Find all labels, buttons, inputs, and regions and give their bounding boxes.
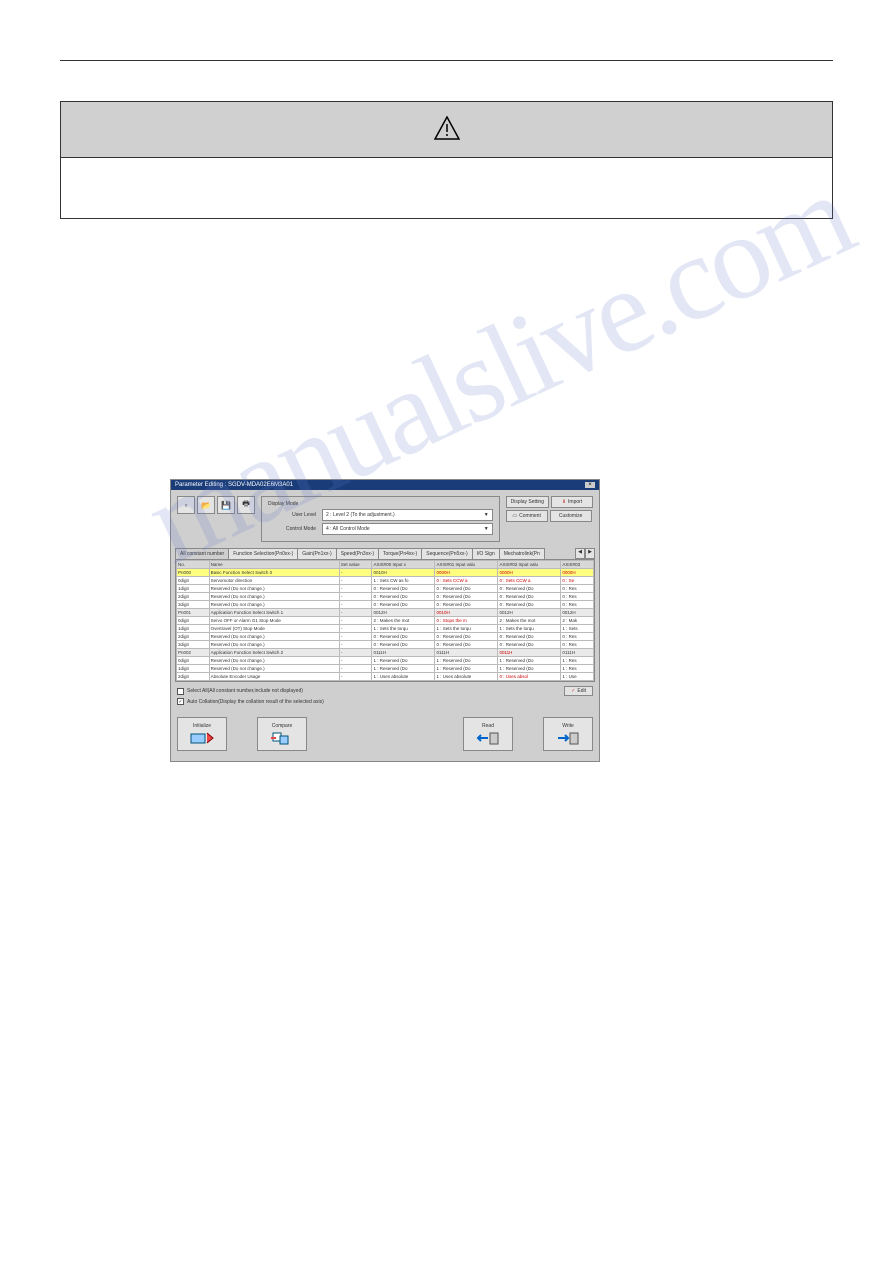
new-icon[interactable]: ▫ [177,496,195,514]
display-mode-group: Display Mode User Level 2 : Level 2 (To … [261,496,500,542]
chevron-down-icon: ▼ [484,526,489,532]
open-icon[interactable]: 📂 [197,496,215,514]
table-row[interactable]: 0digitServo OFF or Alarm G1 Stop Mode-2 … [177,617,594,625]
import-button[interactable]: ⬇Import [551,496,593,508]
table-row[interactable]: 3digitReserved (Do not change.)-0 : Rese… [177,641,594,649]
control-mode-select[interactable]: 4 : All Control Mode ▼ [322,523,493,535]
tab-0[interactable]: All constant number [175,548,229,559]
warning-icon [434,116,460,143]
table-row[interactable]: 0digitServomotor direction-1 : Sets CW a… [177,577,594,585]
select-all-label: Select All(All constant number,include n… [187,688,303,694]
tab-7[interactable]: Mechatrolink(Pn [499,548,545,559]
initialize-button[interactable]: Initialize [177,717,227,751]
print-icon[interactable]: 🖶 [237,496,255,514]
control-mode-value: 4 : All Control Mode [326,526,370,532]
user-level-value: 2 : Level 2 (To the adjustment.) [326,512,395,518]
caution-box [60,101,833,219]
control-mode-label: Control Mode [268,526,316,532]
auto-collation-label: Auto Collation(Display the collation res… [187,699,324,705]
read-button[interactable]: Read [463,717,513,751]
table-row[interactable]: 2digitReserved (Do not change.)-0 : Rese… [177,633,594,641]
display-mode-label: Display Mode [268,501,493,507]
write-button[interactable]: Write [543,717,593,751]
window-title: Parameter Editing : SGDV-MDA02E6M3A01 [175,482,293,488]
table-row[interactable]: 2digitReserved (Do not change.)-0 : Rese… [177,593,594,601]
tab-bar: All constant numberFunction Selection(Pn… [171,548,599,559]
window-titlebar: Parameter Editing : SGDV-MDA02E6M3A01 × [171,480,599,490]
select-all-checkbox[interactable] [177,688,184,695]
toolbar-icons: ▫ 📂 💾 🖶 [177,496,255,514]
table-row[interactable]: 1digitOvertravel (OT) Stop Mode-1 : Sets… [177,625,594,633]
table-row[interactable]: 3digitReserved (Do not change.)-0 : Rese… [177,601,594,609]
close-icon[interactable]: × [585,482,595,488]
tab-4[interactable]: Torque(Pn4xx-) [378,548,422,559]
chevron-down-icon: ▼ [484,512,489,518]
table-row[interactable]: 1digitReserved (Do not change.)-0 : Rese… [177,585,594,593]
tab-1[interactable]: Function Selection(Pn0xx-) [228,548,298,559]
save-icon[interactable]: 💾 [217,496,235,514]
tab-scroll-icon[interactable]: ▶ [585,548,595,559]
caution-header [61,102,832,158]
table-row[interactable]: Pn000Basic Function Select Switch 0-0010… [177,569,594,577]
table-row[interactable]: Pn002Application Function Select Switch … [177,649,594,657]
tab-scroll-icon[interactable]: ◀ [575,548,585,559]
comment-button[interactable]: ▭Comment [506,510,548,522]
column-header[interactable]: AXIS#00 Input v [372,561,435,569]
tab-5[interactable]: Sequence(Pn5xx-) [421,548,472,559]
edit-button[interactable]: ✓Edit [564,686,593,696]
tab-2[interactable]: Gain(Pn1xx-) [297,548,336,559]
tab-6[interactable]: I/O Sign [472,548,500,559]
table-row[interactable]: 0digitReserved (Do not change.)-1 : Rese… [177,657,594,665]
column-header[interactable]: AXIS#03 [561,561,594,569]
caution-body [61,158,832,218]
column-header[interactable]: AXIS#01 Input valu [435,561,498,569]
table-row[interactable]: Pn001Application Function Select Switch … [177,609,594,617]
compare-button[interactable]: Compare [257,717,307,751]
column-header[interactable]: AXIS#02 Input valu [498,561,561,569]
user-level-label: User Level [268,512,316,518]
parameter-editing-window: Parameter Editing : SGDV-MDA02E6M3A01 × … [170,479,600,762]
column-header[interactable]: No. [177,561,210,569]
table-row[interactable]: 2digitAbsolute Encoder Usage-1 : Uses ab… [177,673,594,681]
parameter-grid[interactable]: No.NameSet valueAXIS#00 Input vAXIS#01 I… [175,559,595,682]
table-row[interactable]: 1digitReserved (Do not change.)-1 : Rese… [177,665,594,673]
display-setting-button[interactable]: Display Setting [506,496,549,508]
tab-3[interactable]: Speed(Pn3xx-) [336,548,379,559]
column-header[interactable]: Name [209,561,339,569]
customize-button[interactable]: Customize [550,510,592,522]
column-header[interactable]: Set value [339,561,372,569]
user-level-select[interactable]: 2 : Level 2 (To the adjustment.) ▼ [322,509,493,521]
auto-collation-checkbox[interactable]: ✓ [177,698,184,705]
